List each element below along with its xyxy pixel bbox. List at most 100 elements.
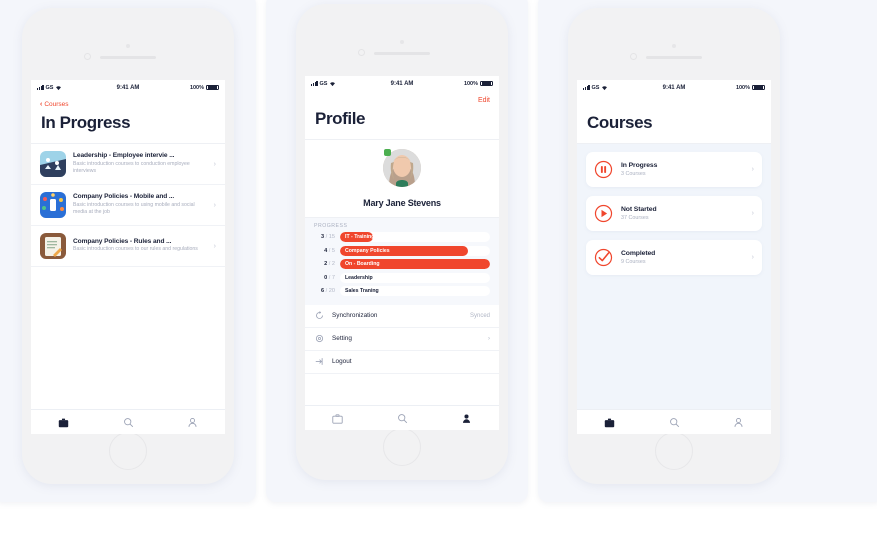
- card-title: In Progress: [621, 162, 658, 170]
- carrier-label: GS: [319, 80, 328, 87]
- nav-bar: [577, 95, 771, 111]
- settings-row-synchronization[interactable]: Synchronization Synced: [305, 305, 499, 328]
- course-subtitle: Basic introduction courses to our rules …: [73, 246, 198, 253]
- card-text: In Progress 3 Courses: [621, 162, 744, 177]
- person-icon: [188, 417, 197, 427]
- user-name: Mary Jane Stevens: [363, 198, 441, 208]
- progress-row[interactable]: 2 / 2 On - Boarding: [314, 259, 490, 269]
- profile-card: Mary Jane Stevens: [305, 140, 499, 218]
- clock-label: 9:41 AM: [390, 80, 414, 87]
- home-button[interactable]: [383, 428, 421, 466]
- sync-icon: [314, 311, 325, 320]
- home-button[interactable]: [109, 432, 147, 470]
- card-text: Not Started 37 Courses: [621, 206, 744, 221]
- course-title: Leadership - Employee intervie ...: [73, 152, 175, 160]
- edit-button[interactable]: Edit: [478, 97, 490, 104]
- course-text: Leadership - Employee intervie ... Basic…: [73, 152, 207, 176]
- status-bar: GS 9:41 AM 100%: [31, 80, 225, 95]
- card-title: Completed: [621, 250, 656, 258]
- card-completed[interactable]: Completed 9 Courses ›: [586, 240, 762, 275]
- tab-courses[interactable]: [577, 417, 642, 428]
- screen-in-progress: GS 9:41 AM 100% ‹ Courses In Progress Le…: [31, 80, 225, 434]
- logout-icon: [314, 357, 325, 366]
- wifi-icon: [56, 85, 62, 90]
- progress-row[interactable]: 0 / 7 Leadership: [314, 272, 490, 283]
- earpiece-speaker: [646, 56, 702, 59]
- screen-profile: GS 9:41 AM 100% Edit Profile Mary Jane S…: [305, 76, 499, 430]
- tab-profile[interactable]: [434, 413, 499, 424]
- tab-bar: [305, 405, 499, 430]
- progress-row[interactable]: 3 / 15 IT - Training: [314, 232, 490, 242]
- clock-label: 9:41 AM: [662, 84, 686, 91]
- home-button[interactable]: [655, 432, 693, 470]
- clock-label: 9:41 AM: [116, 84, 140, 91]
- progress-fraction: 2 / 2: [324, 261, 335, 267]
- list-item[interactable]: Company Policies - Rules and ... Basic i…: [31, 226, 225, 267]
- phone-mockup-courses: GS 9:41 AM 100% Courses In Progress 3 Co…: [568, 8, 780, 484]
- briefcase-icon: [58, 418, 69, 427]
- chevron-right-icon: ›: [751, 166, 754, 173]
- page-title: Profile: [315, 109, 366, 128]
- progress-bar: Company Policies: [340, 245, 490, 256]
- tab-profile[interactable]: [160, 417, 225, 428]
- list-item[interactable]: Company Policies - Mobile and ... Basic …: [31, 185, 225, 226]
- wifi-icon: [602, 85, 608, 90]
- front-camera-icon: [84, 53, 91, 60]
- status-bar: GS 9:41 AM 100%: [577, 80, 771, 95]
- progress-row[interactable]: 4 / 5 Company Policies: [314, 245, 490, 256]
- rules-thumb: [40, 233, 66, 259]
- progress-fraction: 0 / 7: [324, 274, 335, 281]
- tab-profile[interactable]: [706, 417, 771, 428]
- signal-icon: [37, 85, 44, 90]
- person-icon: [734, 417, 743, 427]
- tab-courses[interactable]: [305, 413, 370, 424]
- progress-label: Leadership: [345, 274, 373, 281]
- progress-bar: On - Boarding: [340, 259, 490, 269]
- progress-fraction: 6 / 20: [320, 288, 335, 294]
- leadership-thumb: [40, 151, 66, 177]
- search-icon: [397, 413, 407, 423]
- front-camera-icon: [358, 49, 365, 56]
- card-subtitle: 37 Courses: [621, 214, 649, 221]
- carrier-label: GS: [591, 84, 600, 91]
- mobile-social-thumb: [40, 192, 66, 218]
- page-title: Courses: [587, 113, 653, 132]
- page-title: In Progress: [41, 113, 131, 132]
- card-title: Not Started: [621, 206, 657, 214]
- chevron-left-icon: ‹: [40, 101, 43, 108]
- battery-icon: [752, 84, 766, 91]
- tab-bar: [577, 409, 771, 434]
- chevron-right-icon: ›: [213, 242, 216, 250]
- status-bar: GS 9:41 AM 100%: [305, 76, 499, 91]
- settings-value: Synced: [469, 312, 490, 319]
- tab-search[interactable]: [96, 417, 161, 428]
- progress-fraction: 4 / 5: [324, 247, 335, 254]
- card-in-progress[interactable]: In Progress 3 Courses ›: [586, 152, 762, 187]
- back-label: Courses: [44, 101, 69, 108]
- person-icon: [463, 413, 471, 423]
- chevron-right-icon: ›: [488, 335, 490, 342]
- battery-icon: [480, 80, 494, 87]
- back-to-courses-link[interactable]: ‹ Courses: [40, 101, 69, 108]
- progress-bar: IT - Training: [340, 232, 490, 242]
- settings-row-setting[interactable]: Setting ›: [305, 328, 499, 351]
- tab-search[interactable]: [370, 413, 435, 424]
- settings-row-logout[interactable]: Logout: [305, 351, 499, 374]
- list-item[interactable]: Leadership - Employee intervie ... Basic…: [31, 144, 225, 185]
- progress-fraction: 3 / 15: [320, 234, 335, 240]
- play-circle-icon: [594, 204, 613, 223]
- progress-label: Company Policies: [345, 247, 390, 254]
- battery-percent-label: 100%: [463, 80, 479, 87]
- sensor-dot: [672, 44, 676, 48]
- course-subtitle: Basic introduction courses to using mobi…: [73, 201, 195, 216]
- briefcase-icon: [332, 413, 343, 424]
- card-not-started[interactable]: Not Started 37 Courses ›: [586, 196, 762, 231]
- course-title: Company Policies - Rules and ...: [73, 237, 172, 245]
- tab-search[interactable]: [642, 417, 707, 428]
- header-profile: Edit Profile: [305, 91, 499, 140]
- chevron-right-icon: ›: [751, 254, 754, 261]
- screen-courses: GS 9:41 AM 100% Courses In Progress 3 Co…: [577, 80, 771, 434]
- tab-courses[interactable]: [31, 417, 96, 428]
- battery-percent-label: 100%: [735, 84, 751, 91]
- progress-row[interactable]: 6 / 20 Sales Traning: [314, 286, 490, 296]
